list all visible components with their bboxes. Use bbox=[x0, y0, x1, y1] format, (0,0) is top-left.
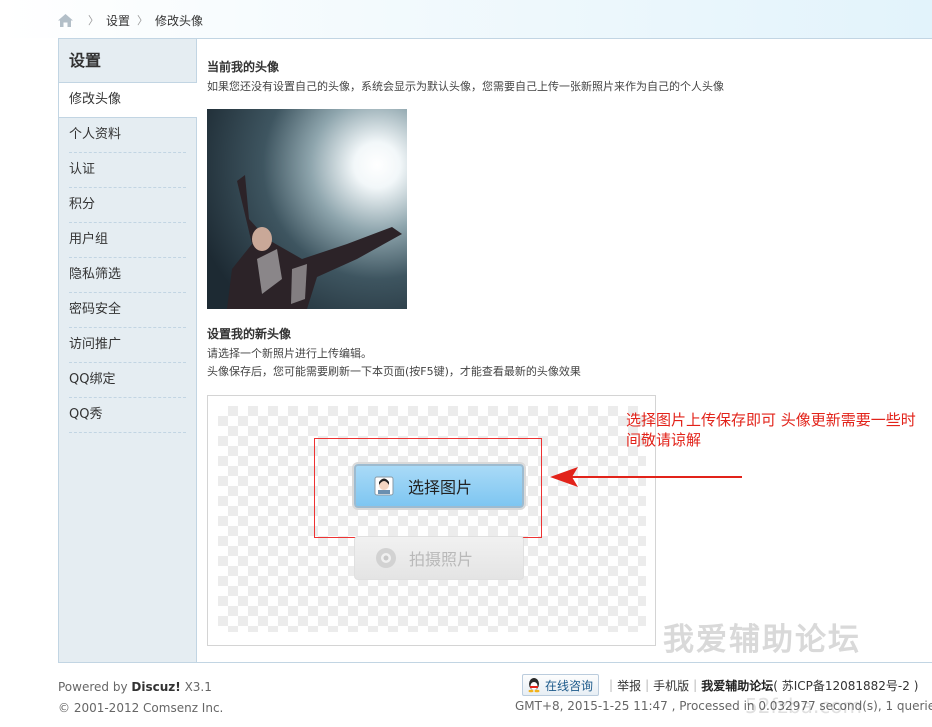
sidebar-item-credits[interactable]: 积分 bbox=[69, 188, 186, 223]
sidebar-item-avatar[interactable]: 修改头像 bbox=[59, 83, 197, 118]
current-avatar-description: 如果您还没有设置自己的头像，系统会显示为默认头像，您需要自己上传一张新照片来作为… bbox=[207, 80, 724, 93]
take-photo-button[interactable]: 拍摄照片 bbox=[354, 536, 524, 580]
sidebar-item-promotion[interactable]: 访问推广 bbox=[69, 328, 186, 363]
divider: | bbox=[693, 678, 698, 692]
new-avatar-title: 设置我的新头像 bbox=[207, 327, 292, 341]
online-consult-label: 在线咨询 bbox=[545, 678, 594, 693]
copyright-text: © 2001-2012 Comsenz Inc. bbox=[58, 701, 224, 715]
top-bar: 〉 设置 〉 修改头像 bbox=[0, 0, 932, 38]
breadcrumb: 〉 设置 〉 修改头像 bbox=[58, 12, 203, 28]
breadcrumb-current[interactable]: 修改头像 bbox=[155, 12, 203, 29]
select-image-button[interactable]: 选择图片 bbox=[354, 464, 524, 508]
sidebar: 设置 修改头像 个人资料 认证 积分 用户组 隐私筛选 密码安全 访问推广 QQ… bbox=[59, 39, 197, 662]
sidebar-item-usergroup[interactable]: 用户组 bbox=[69, 223, 186, 258]
sidebar-item-qq-show[interactable]: QQ秀 bbox=[69, 398, 186, 433]
take-photo-label: 拍摄照片 bbox=[409, 550, 474, 569]
webcam-icon bbox=[376, 548, 396, 568]
discuz-link[interactable]: Discuz! bbox=[131, 680, 180, 694]
online-consult-button[interactable]: 在线咨询 bbox=[522, 674, 600, 696]
discuz-version: X3.1 bbox=[184, 680, 212, 694]
report-link[interactable]: 举报 bbox=[617, 677, 641, 694]
current-avatar-image bbox=[207, 109, 407, 309]
red-arrow bbox=[550, 467, 742, 487]
icp-link[interactable]: ( 苏ICP备12081882号-2 ) bbox=[773, 677, 918, 694]
watermark: 我爱辅助论坛 bbox=[663, 622, 861, 658]
breadcrumb-settings[interactable]: 设置 bbox=[106, 12, 130, 29]
divider: | bbox=[609, 678, 614, 692]
site-name-link[interactable]: 我爱辅助论坛 bbox=[701, 677, 773, 694]
avatar-uploader: 选择图片 拍摄照片 bbox=[207, 395, 656, 646]
footer-links: 在线咨询 | 举报 | 手机版 | 我爱辅助论坛 ( 苏ICP备12081882… bbox=[522, 674, 932, 696]
new-avatar-instruction: 请选择一个新照片进行上传编辑。 bbox=[207, 347, 372, 360]
footer-copyright: Powered by Discuz! X3.1 © 2001-2012 Coms… bbox=[58, 677, 223, 719]
sidebar-title: 设置 bbox=[59, 39, 196, 83]
qq-icon bbox=[528, 678, 540, 693]
sidebar-item-qq-bind[interactable]: QQ绑定 bbox=[69, 363, 186, 398]
footer-stats: GMT+8, 2015-1-25 11:47 , Processed in 0.… bbox=[515, 699, 932, 713]
sidebar-item-verify[interactable]: 认证 bbox=[69, 153, 186, 188]
select-image-label: 选择图片 bbox=[408, 478, 473, 497]
sidebar-item-password[interactable]: 密码安全 bbox=[69, 293, 186, 328]
divider: | bbox=[645, 678, 650, 692]
sidebar-item-privacy[interactable]: 隐私筛选 bbox=[69, 258, 186, 293]
breadcrumb-separator: 〉 bbox=[137, 14, 149, 27]
powered-by-label: Powered by bbox=[58, 680, 128, 694]
mobile-link[interactable]: 手机版 bbox=[653, 677, 689, 694]
current-avatar-title: 当前我的头像 bbox=[207, 60, 280, 74]
annotation-text: 选择图片上传保存即可 头像更新需要一些时间敬请谅解 bbox=[626, 411, 916, 449]
photo-icon bbox=[374, 476, 394, 496]
new-avatar-refresh-note: 头像保存后，您可能需要刷新一下本页面(按F5键)，才能查看最新的头像效果 bbox=[207, 365, 581, 378]
breadcrumb-separator: 〉 bbox=[88, 14, 99, 27]
home-icon[interactable] bbox=[58, 13, 73, 27]
settings-panel: 设置 修改头像 个人资料 认证 积分 用户组 隐私筛选 密码安全 访问推广 QQ… bbox=[58, 38, 932, 663]
sidebar-item-profile[interactable]: 个人资料 bbox=[69, 118, 186, 153]
